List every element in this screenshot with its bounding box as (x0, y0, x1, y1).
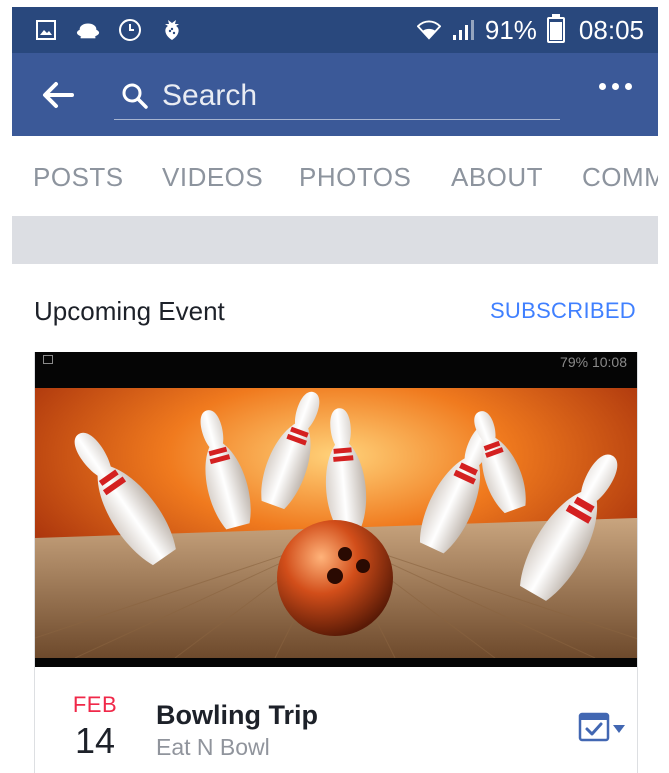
section-divider (12, 216, 658, 264)
event-location[interactable]: Eat N Bowl (156, 734, 270, 761)
battery-fill (549, 22, 562, 40)
strawberry-icon (160, 18, 184, 42)
subscribed-button[interactable]: SUBSCRIBED (490, 298, 636, 324)
tab-photos[interactable]: PHOTOS (299, 162, 411, 193)
bowling-illustration (35, 388, 637, 658)
status-time: 08:05 (578, 14, 644, 45)
image-icon (34, 18, 58, 42)
status-bar: 91% 08:05 (12, 7, 658, 53)
event-date: FEB 14 (35, 692, 155, 762)
event-card[interactable]: 79% 10:08 FEB 14 Bowling Trip Eat N Bowl (34, 352, 638, 773)
event-going-button[interactable] (578, 710, 625, 747)
event-title[interactable]: Bowling Trip (156, 700, 318, 731)
embedded-status-bar: 79% 10:08 (35, 352, 637, 388)
wifi-icon (416, 18, 441, 42)
back-arrow-icon[interactable] (40, 77, 76, 113)
search-input[interactable] (160, 77, 544, 115)
section-title: Upcoming Event (34, 296, 225, 326)
signal-icon (451, 18, 475, 42)
tab-about[interactable]: ABOUT (451, 162, 543, 193)
more-options-icon[interactable] (599, 83, 632, 90)
tab-videos[interactable]: VIDEOS (162, 162, 263, 193)
tab-posts[interactable]: POSTS (33, 162, 124, 193)
embedded-status-text: 79% 10:08 (560, 354, 627, 370)
embedded-image-icon (43, 355, 53, 364)
event-cover-image[interactable]: 79% 10:08 (35, 352, 637, 667)
app-bar (12, 53, 658, 136)
calendar-check-icon (578, 710, 610, 747)
battery-icon (546, 14, 565, 43)
battery-percent: 91% (484, 14, 537, 45)
clock-icon (118, 18, 142, 42)
cloud-icon (76, 18, 100, 42)
search-bar[interactable] (114, 69, 560, 120)
event-day: 14 (74, 720, 116, 761)
page-tabs: POSTS VIDEOS PHOTOS ABOUT COMM (12, 138, 658, 217)
chevron-down-icon (613, 720, 625, 738)
event-month: FEB (72, 692, 118, 717)
search-icon (122, 83, 148, 114)
tab-community[interactable]: COMM (582, 162, 658, 193)
